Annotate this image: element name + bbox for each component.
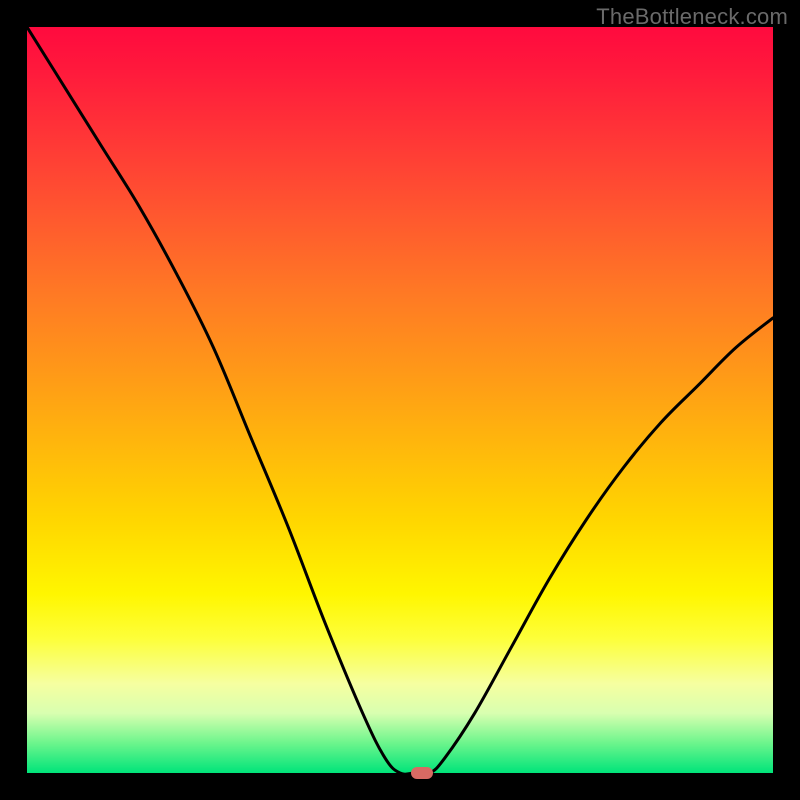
plot-area bbox=[27, 27, 773, 773]
optimal-marker bbox=[411, 767, 433, 779]
chart-frame: TheBottleneck.com bbox=[0, 0, 800, 800]
bottleneck-curve bbox=[27, 27, 773, 773]
watermark-text: TheBottleneck.com bbox=[596, 4, 788, 30]
